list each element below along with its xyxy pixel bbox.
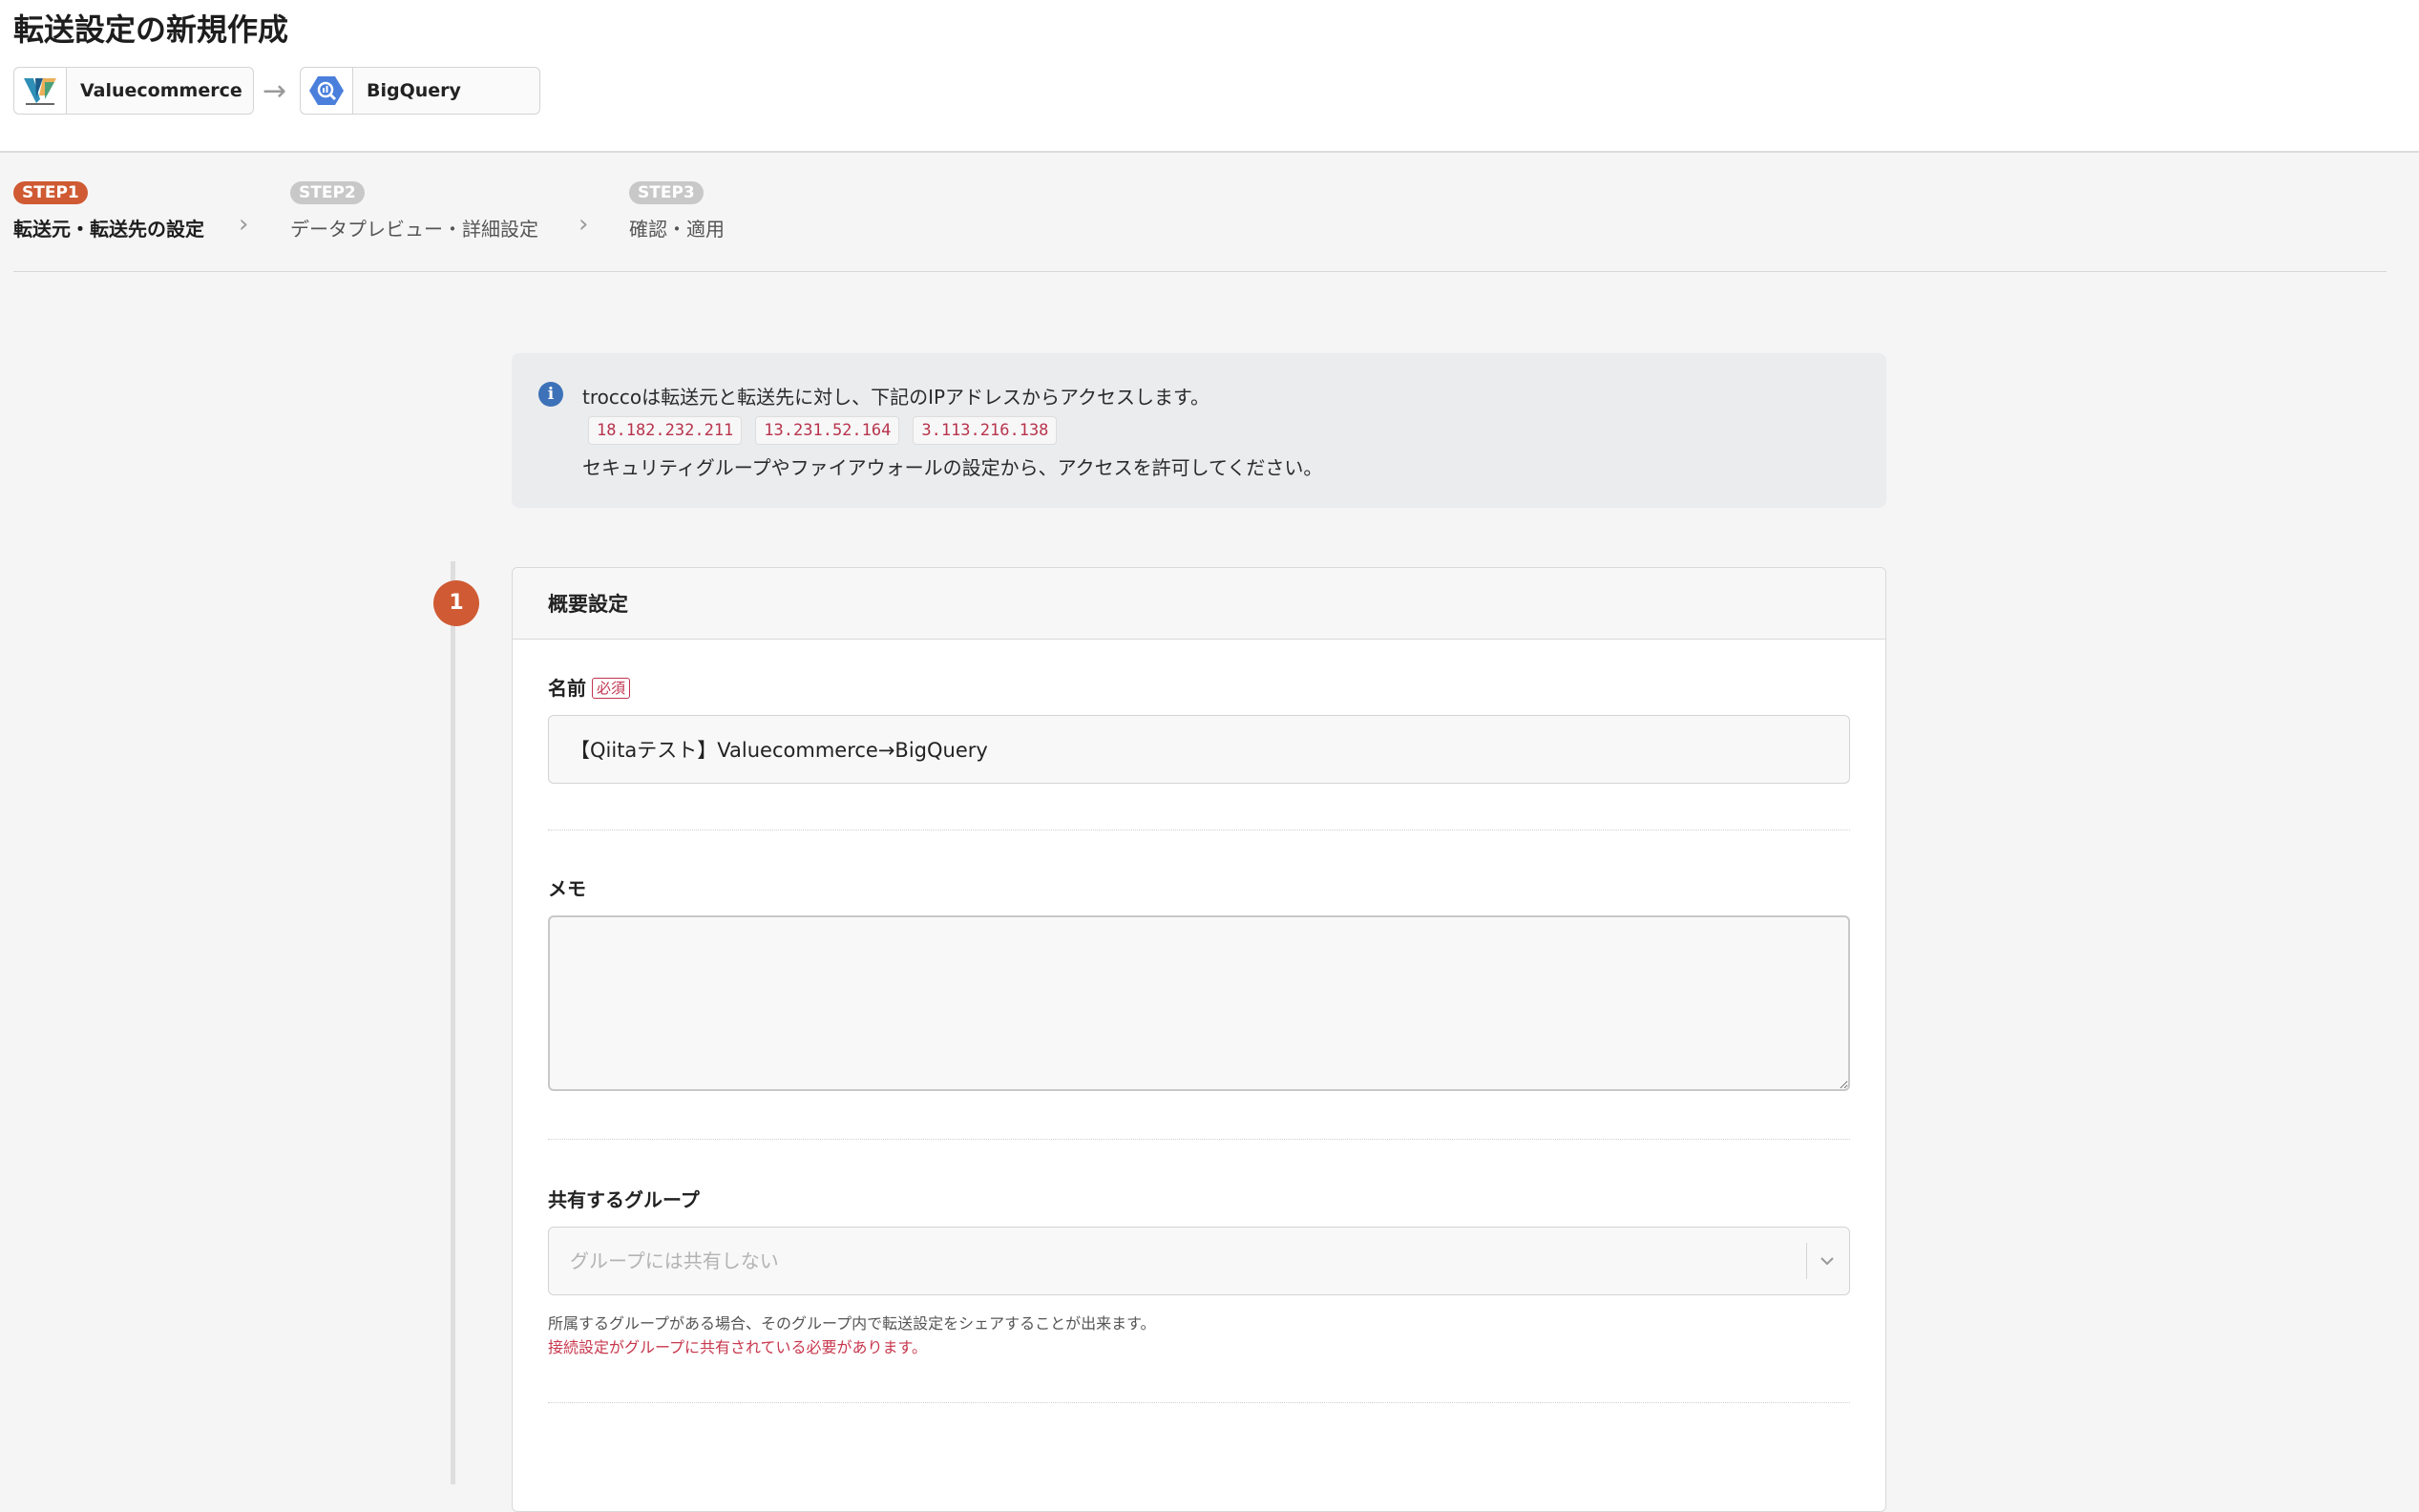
step-3-badge: STEP3 (629, 181, 704, 204)
memo-field-label: メモ (548, 877, 586, 900)
step-indicator: STEP1 転送元・転送先の設定 › STEP2 データプレビュー・詳細設定 ›… (13, 181, 2387, 272)
required-badge: 必須 (592, 678, 631, 699)
chevron-down-icon[interactable] (1817, 1250, 1838, 1271)
bigquery-logo-icon (301, 68, 353, 114)
source-connector[interactable]: Valuecommerce (13, 67, 254, 115)
ip-info-alert: i troccoは転送元と転送先に対し、下記のIPアドレスからアクセスします。 … (512, 353, 1886, 508)
ip-address: 18.182.232.211 (588, 416, 743, 445)
valuecommerce-logo-icon (14, 68, 67, 114)
step-3-label: 確認・適用 (629, 218, 725, 241)
info-icon: i (538, 382, 563, 407)
ip-address: 3.113.216.138 (913, 416, 1058, 445)
source-connector-label: Valuecommerce (80, 80, 242, 101)
step-2-badge: STEP2 (290, 181, 365, 204)
group-warning-text: 接続設定がグループに共有されている必要があります。 (548, 1338, 927, 1356)
overview-settings-card: 概要設定 名前必須 メモ 共有するグループ グループには共有しない 所属するグル… (512, 567, 1886, 1512)
step-1[interactable]: STEP1 転送元・転送先の設定 (13, 181, 204, 242)
chevron-right-icon: › (578, 210, 589, 239)
section-number-badge: 1 (433, 580, 479, 626)
card-header: 概要設定 (513, 568, 1885, 640)
chevron-right-icon: › (239, 210, 249, 239)
page-header: 転送設定の新規作成 Valuecommerce → BigQuery (0, 0, 2419, 153)
destination-connector-label: BigQuery (367, 80, 461, 101)
group-help-text: 所属するグループがある場合、そのグループ内で転送設定をシェアすることが出来ます。 (548, 1314, 1156, 1333)
step-2[interactable]: STEP2 データプレビュー・詳細設定 (290, 181, 538, 242)
select-divider (1805, 1243, 1807, 1279)
step-2-label: データプレビュー・詳細設定 (290, 218, 538, 241)
memo-textarea[interactable] (548, 915, 1850, 1091)
card-title: 概要設定 (548, 593, 628, 616)
ip-address-list: 18.182.232.211 13.231.52.164 3.113.216.1… (588, 416, 1058, 445)
name-label-text: 名前 (548, 677, 586, 700)
divider (548, 1402, 1850, 1403)
destination-connector[interactable]: BigQuery (300, 67, 540, 115)
section-timeline (451, 561, 455, 1484)
step-1-badge: STEP1 (13, 181, 88, 204)
ip-address: 13.231.52.164 (755, 416, 900, 445)
info-text-line3: セキュリティグループやファイアウォールの設定から、アクセスを許可してください。 (582, 456, 1323, 479)
group-select[interactable]: グループには共有しない (548, 1227, 1850, 1295)
info-text-line1: troccoは転送元と転送先に対し、下記のIPアドレスからアクセスします。 (582, 386, 1210, 409)
group-field-label: 共有するグループ (548, 1188, 700, 1211)
divider (548, 1139, 1850, 1140)
page-title: 転送設定の新規作成 (13, 11, 289, 48)
connector-arrow-icon: → (263, 74, 287, 108)
name-field-label: 名前 必須 (548, 673, 631, 701)
step-1-label: 転送元・転送先の設定 (13, 218, 204, 241)
group-select-placeholder: グループには共有しない (570, 1250, 779, 1272)
step-3[interactable]: STEP3 確認・適用 (629, 181, 725, 242)
name-input[interactable] (548, 715, 1850, 784)
